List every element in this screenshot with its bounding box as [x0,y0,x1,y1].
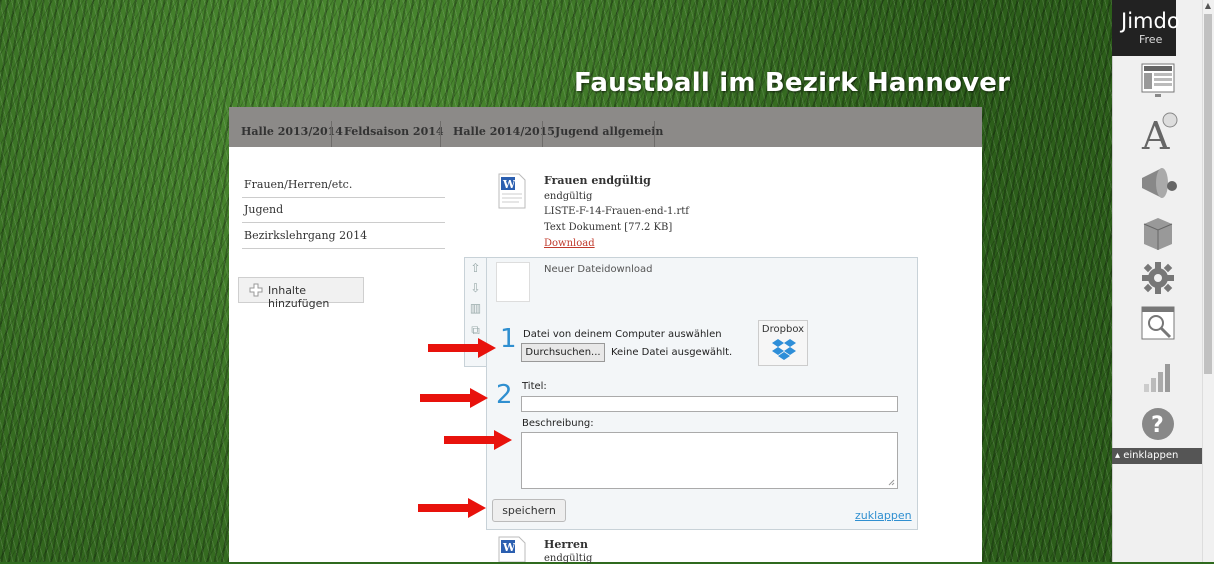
copy-icon[interactable]: ⧉ [469,324,482,337]
file-description: endgültig [544,553,593,564]
no-file-status: Keine Datei ausgewählt. [611,347,733,358]
description-textarea[interactable] [521,432,898,489]
title-input[interactable] [521,396,898,412]
font-style-icon[interactable]: A [1136,112,1180,152]
scroll-up-icon[interactable]: ▲ [1202,0,1214,12]
annotation-arrow-icon [428,338,496,358]
add-content-button[interactable]: Inhalte hinzufügen [238,277,364,310]
save-button[interactable]: speichern [492,499,566,522]
word-document-icon: W [498,536,526,562]
nav-divider [654,121,655,147]
dropbox-button[interactable]: Dropbox [758,320,808,366]
blank-document-icon [496,262,530,302]
collapse-link[interactable]: zuklappen [855,509,912,522]
file-title: Herren [544,538,588,551]
add-content-label: Inhalte hinzufügen [268,284,330,310]
arrow-up-icon: ▴ [1115,450,1121,461]
collapse-sidebar-button[interactable]: ▴ einklappen [1112,448,1202,464]
svg-text:W: W [502,178,516,191]
collapse-label: einklappen [1123,450,1179,461]
megaphone-icon[interactable] [1136,164,1180,204]
statistics-icon[interactable] [1136,356,1180,396]
file-name: LISTE-F-14-Frauen-end-1.rtf [544,206,689,217]
sidebar-item-frauen-herren[interactable]: Frauen/Herren/etc. [242,173,445,198]
nav-item-halle-2014[interactable]: Halle 2014/2015 [441,107,555,147]
scrollbar-thumb[interactable] [1204,14,1212,374]
layout-icon[interactable] [1136,60,1180,100]
file-description: endgültig [544,191,593,202]
nav-item-halle-2013[interactable]: Halle 2013/2014 [229,107,343,147]
plus-icon [249,283,263,297]
nav-item-jugend-allgemein[interactable]: Jugend allgemein [543,107,663,147]
annotation-arrow-icon [420,388,488,408]
trash-icon[interactable]: ▥ [469,302,482,315]
file-meta: Text Dokument [77.2 KB] [544,222,673,233]
jimdo-tier: Free [1139,33,1163,46]
move-up-icon[interactable]: ⇧ [469,262,482,275]
site-title: Faustball im Bezirk Hannover [574,68,1011,98]
annotation-arrow-icon [418,498,486,518]
main-navigation: Halle 2013/2014 Feldsaison 2014 Halle 20… [229,107,982,147]
svg-text:?: ? [1151,413,1164,438]
resize-handle-icon[interactable] [888,479,895,486]
nav-item-feldsaison-2014[interactable]: Feldsaison 2014 [332,107,444,147]
step-1-number: 1 [500,324,517,354]
move-down-icon[interactable]: ⇩ [469,282,482,295]
sidebar-item-jugend[interactable]: Jugend [242,198,445,223]
help-icon[interactable]: ? [1136,404,1180,444]
file-download-editor [486,257,918,530]
description-label: Beschreibung: [522,418,594,429]
word-document-icon: W [498,173,526,209]
store-box-icon[interactable] [1136,212,1180,252]
seo-search-icon[interactable] [1136,304,1180,344]
gear-icon[interactable] [1136,258,1180,298]
annotation-arrow-icon [444,430,512,450]
jimdo-name: Jimdo [1121,9,1180,33]
download-link[interactable]: Download [544,238,595,249]
dropbox-icon [772,339,796,360]
browse-button[interactable]: Durchsuchen... [521,343,605,362]
title-label: Titel: [522,381,547,392]
file-title: Frauen endgültig [544,174,651,187]
step-2-number: 2 [496,380,513,410]
dropbox-label: Dropbox [761,324,805,335]
step-1-label: Datei von deinem Computer auswählen [523,329,722,340]
svg-text:W: W [502,541,516,554]
sidebar-item-bezirkslehrgang[interactable]: Bezirkslehrgang 2014 [242,224,445,249]
jimdo-logo: Jimdo Free [1112,0,1180,56]
editor-header: Neuer Dateidownload [544,264,653,275]
